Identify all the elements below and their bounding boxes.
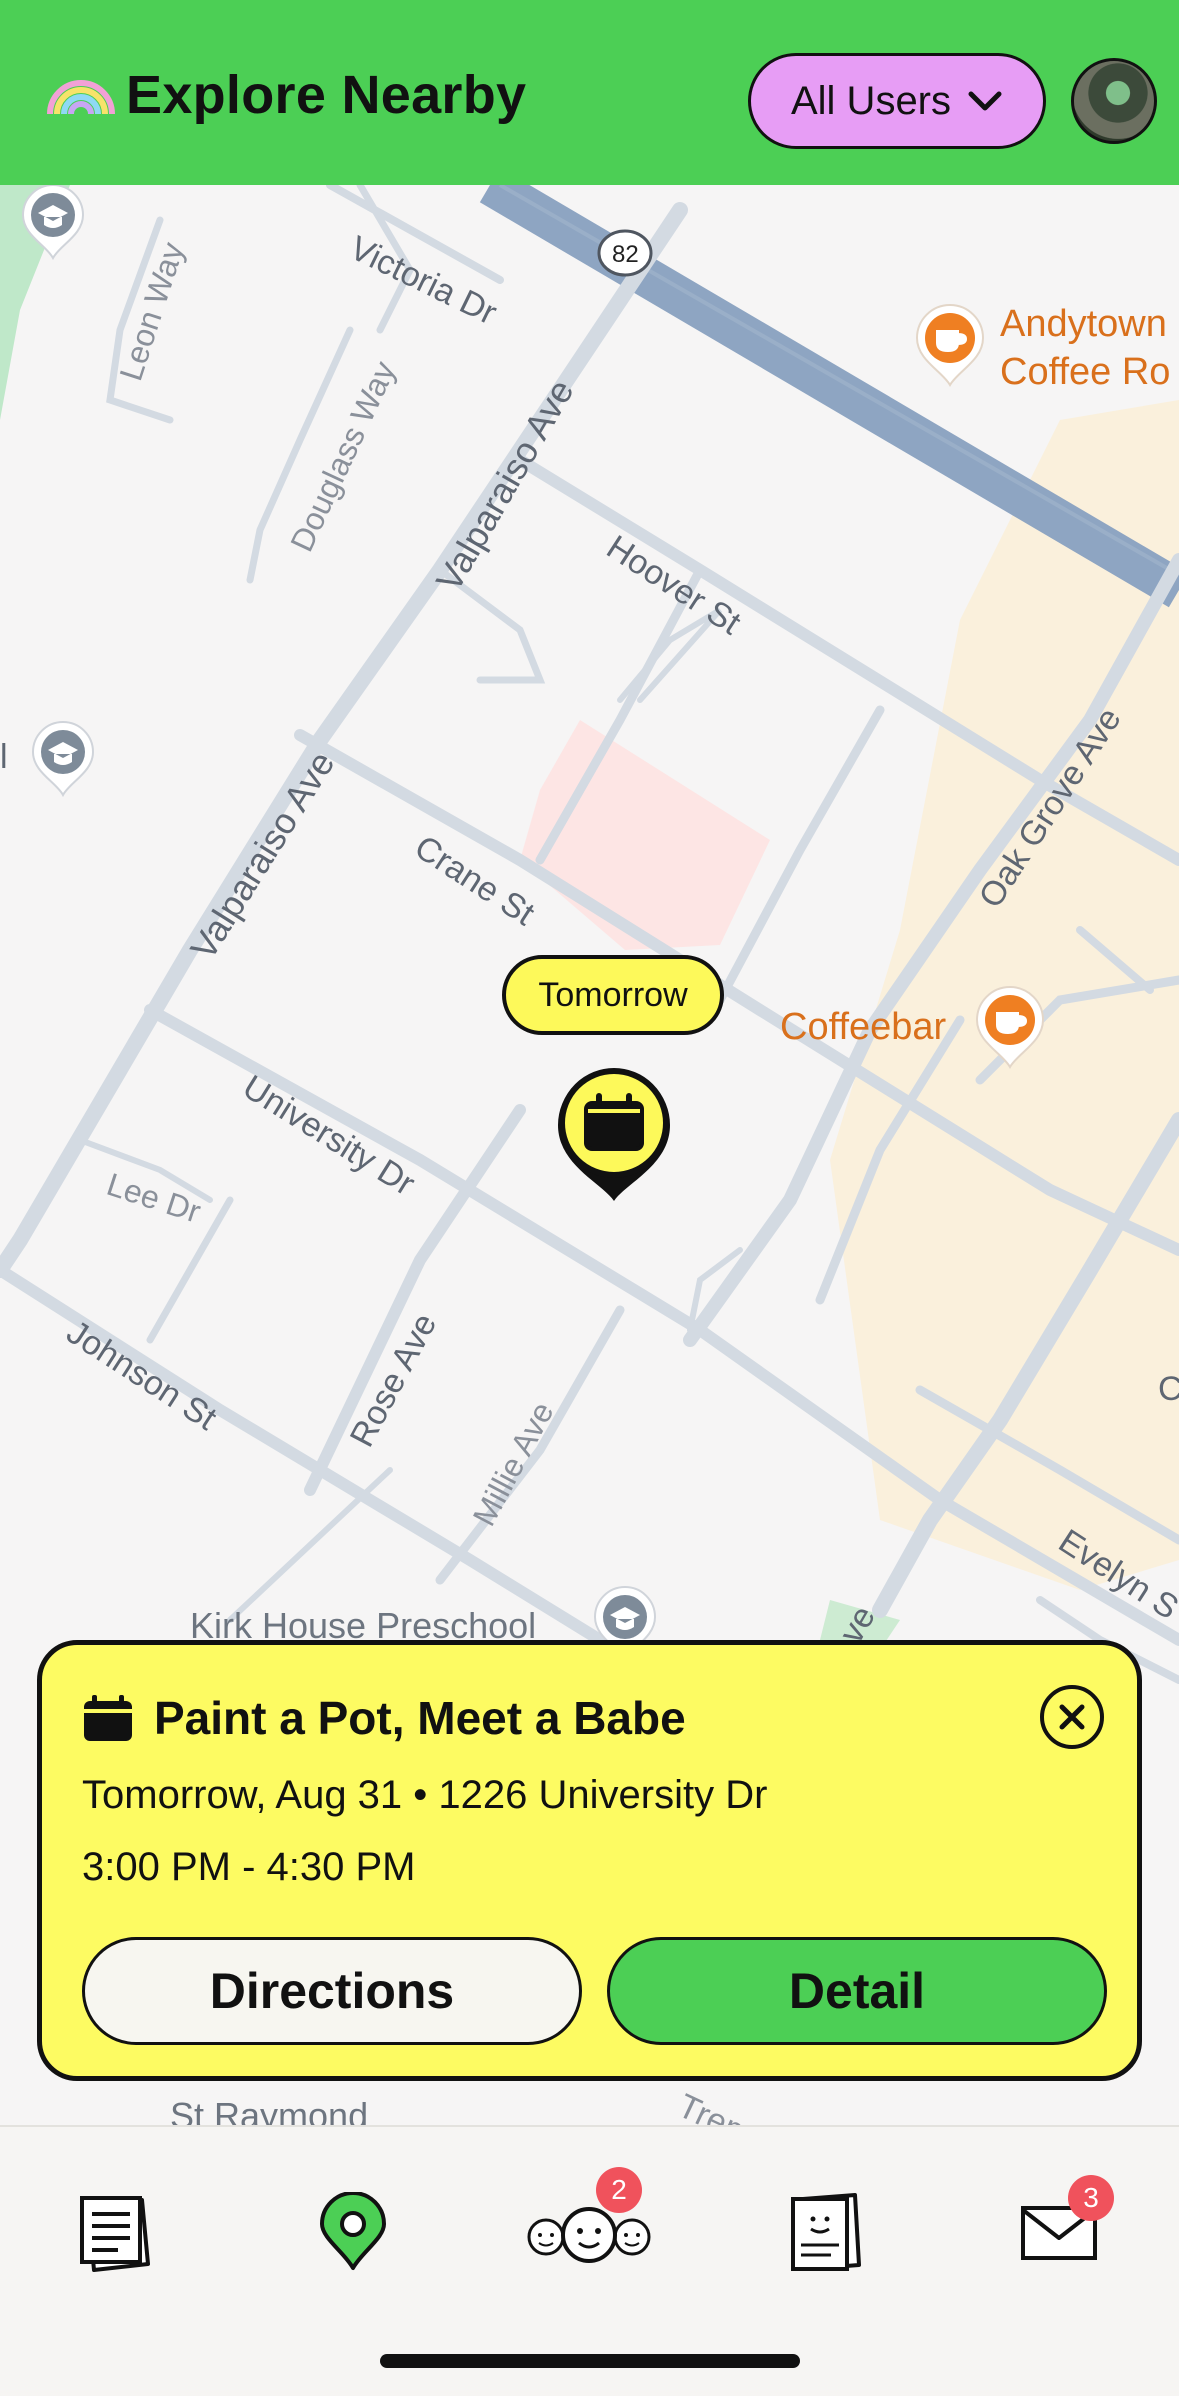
tab-feed[interactable] (62, 2167, 172, 2297)
route-82-label: 82 (612, 241, 639, 268)
coffee-pin-icon[interactable] (972, 985, 1048, 1071)
top-header: Explore Nearby All Users (0, 0, 1179, 185)
street-label: C (1158, 1370, 1179, 1408)
event-title: Paint a Pot, Meet a Babe (154, 1692, 686, 1744)
poi-label-fragment: l (0, 738, 8, 776)
directions-button[interactable]: Directions (82, 1937, 582, 2045)
event-marker-label[interactable]: Tomorrow (502, 955, 724, 1035)
detail-button[interactable]: Detail (607, 1937, 1107, 2045)
event-date-location: Tomorrow, Aug 31 • 1226 University Dr (82, 1773, 768, 1817)
poi-label-coffee: Andytown (1000, 303, 1167, 345)
faces-icon (527, 2207, 651, 2263)
home-indicator[interactable] (380, 2354, 800, 2368)
messages-badge: 3 (1068, 2175, 1114, 2221)
profile-avatar[interactable] (1071, 58, 1157, 144)
page-title: Explore Nearby (126, 65, 527, 125)
event-pin-icon[interactable] (552, 1065, 676, 1205)
user-filter-label: All Users (790, 78, 952, 123)
chevron-down-icon (968, 91, 1002, 111)
event-card: Paint a Pot, Meet a Babe Tomorrow, Aug 3… (37, 1640, 1142, 2081)
calendar-icon (84, 1695, 132, 1741)
tab-messages[interactable]: 3 (1004, 2167, 1114, 2297)
location-pin-icon (320, 2192, 386, 2270)
documents-icon (80, 2196, 150, 2272)
profile-card-icon (791, 2193, 861, 2271)
rainbow-icon (47, 80, 115, 115)
close-icon (1059, 1704, 1085, 1730)
school-pin-icon[interactable] (18, 185, 88, 263)
coffee-pin-icon[interactable] (912, 303, 988, 389)
poi-label-coffee: Coffee Ro (1000, 351, 1171, 393)
school-pin-icon[interactable] (28, 720, 98, 800)
people-badge: 2 (596, 2167, 642, 2213)
event-time: 3:00 PM - 4:30 PM (82, 1845, 416, 1889)
tab-map[interactable] (298, 2167, 408, 2297)
user-filter-dropdown[interactable]: All Users (748, 53, 1046, 149)
close-button[interactable] (1040, 1685, 1104, 1749)
poi-label-coffee: Coffeebar (780, 1006, 947, 1048)
tab-people[interactable]: 2 (524, 2167, 654, 2297)
tab-profiles[interactable] (770, 2167, 880, 2297)
poi-label-school: St Raymond (170, 2095, 369, 2125)
